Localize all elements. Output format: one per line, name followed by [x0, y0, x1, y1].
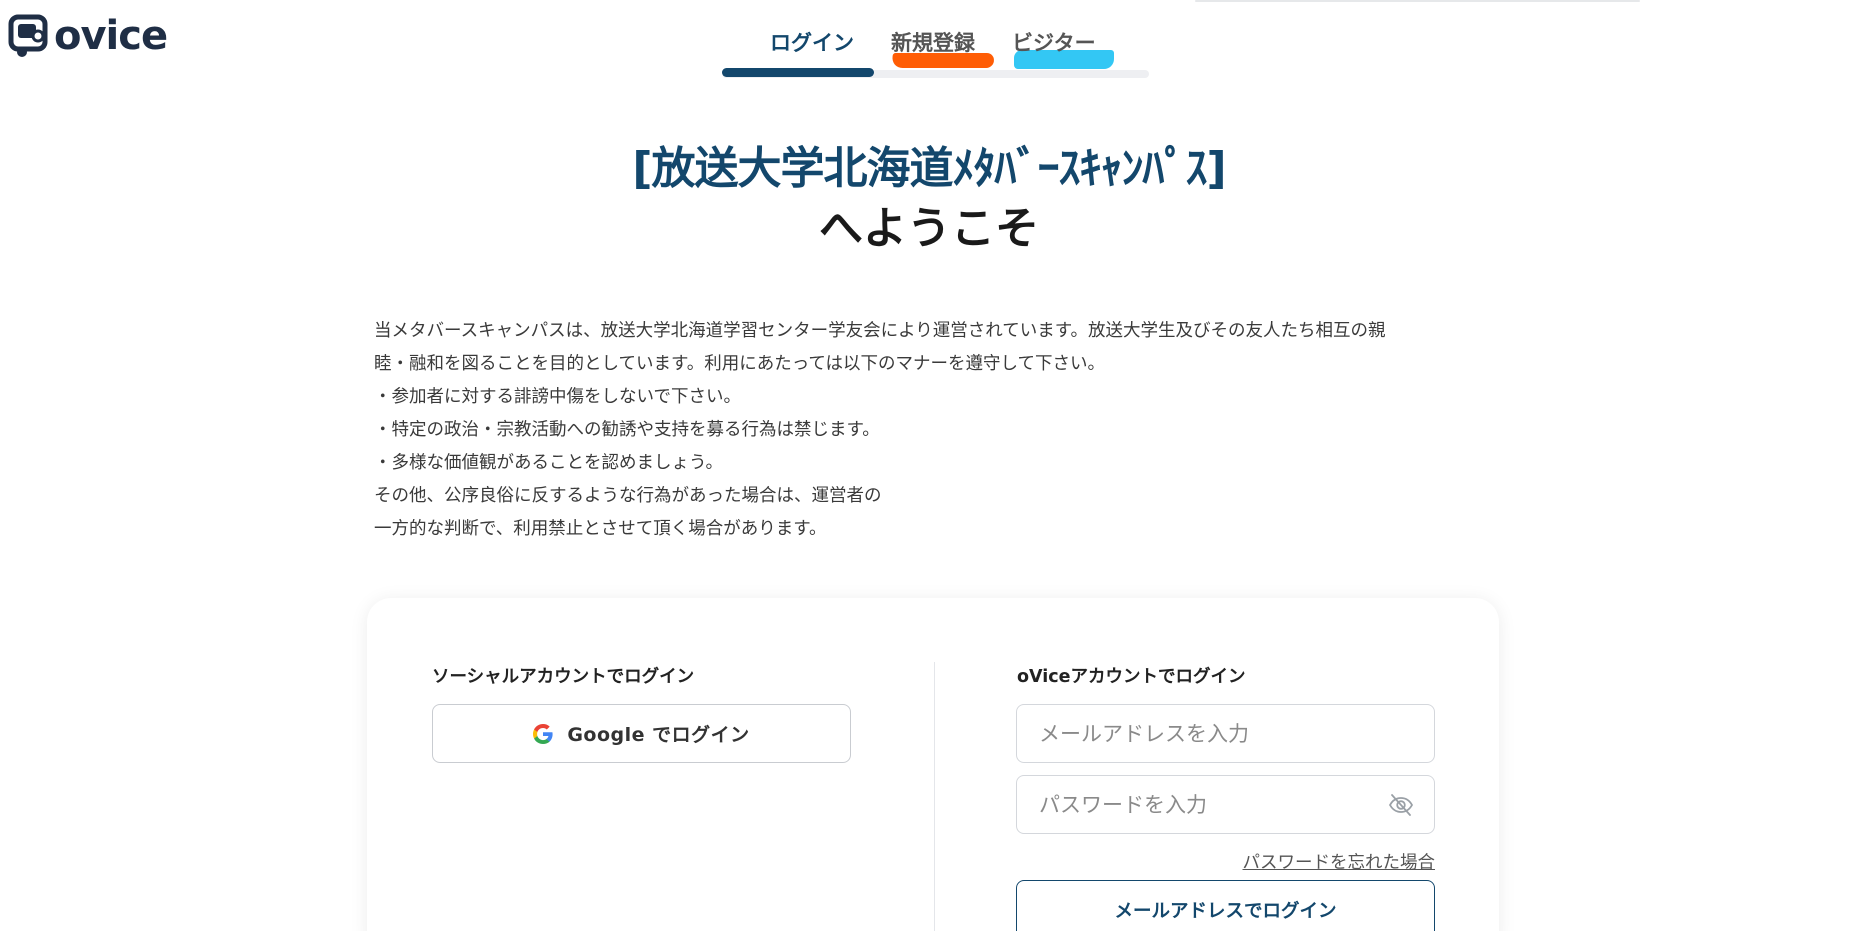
section-divider [934, 662, 935, 931]
login-page: ovice ログイン 新規登録 ビジター [放送大学北海道ﾒﾀﾊﾞｰｽｷｬﾝﾊﾟ… [0, 0, 1858, 931]
description-line: ・特定の政治・宗教活動への勧誘や支持を募る行為は禁じます。 [374, 420, 880, 440]
login-card: ソーシャルアカウントでログイン Google でログイン oViceアカウントで… [367, 598, 1499, 931]
description-line: ・多様な価値観があることを認めましょう。 [374, 453, 723, 473]
tab-visitor[interactable]: ビジター [1012, 27, 1096, 57]
email-login-button[interactable]: メールアドレスでログイン [1016, 880, 1435, 931]
description-line: 睦・融和を図ることを目的としています。利用にあたっては以下のマナーを遵守して下さ… [374, 354, 1105, 374]
description-line: ・参加者に対する誹謗中傷をしないで下さい。 [374, 387, 741, 407]
description-line: 一方的な判断で、利用禁止とさせて頂く場合があります。 [374, 519, 827, 539]
description-line: その他、公序良俗に反するような行為があった場合は、運営者の [374, 486, 882, 506]
top-decorative-line [1195, 0, 1640, 2]
password-field [1016, 775, 1435, 834]
space-description: 当メタバースキャンパスは、放送大学北海道学習センター学友会により運営されています… [374, 315, 1494, 546]
welcome-heading: [放送大学北海道ﾒﾀﾊﾞｰｽｷｬﾝﾊﾟｽ] へようこそ [0, 140, 1858, 258]
forgot-password-link[interactable]: パスワードを忘れた場合 [1225, 849, 1436, 874]
password-input[interactable] [1017, 776, 1434, 833]
google-login-label: Google でログイン [567, 724, 750, 746]
social-login-title: ソーシャルアカウントでログイン [432, 667, 695, 687]
description-line: 当メタバースキャンパスは、放送大学北海道学習センター学友会により運営されています… [374, 321, 1386, 341]
ovice-logo[interactable]: ovice [8, 13, 168, 59]
tab-login[interactable]: ログイン [770, 27, 854, 57]
email-input[interactable] [1017, 705, 1434, 762]
ovice-login-title: oViceアカウントでログイン [1017, 667, 1246, 687]
tab-register[interactable]: 新規登録 [891, 27, 975, 57]
ovice-logo-icon [8, 14, 48, 57]
auth-tabs: ログイン 新規登録 ビジター [722, 22, 1149, 78]
email-field [1016, 704, 1435, 763]
google-login-button[interactable]: Google でログイン [432, 704, 851, 763]
eye-off-icon[interactable] [1388, 793, 1414, 817]
welcome-subtitle: へようこそ [819, 203, 1039, 254]
space-name-title: [放送大学北海道ﾒﾀﾊﾞｰｽｷｬﾝﾊﾟｽ] [632, 143, 1226, 194]
active-tab-indicator [722, 68, 874, 77]
ovice-logo-text: ovice [54, 13, 168, 59]
google-icon [533, 723, 553, 744]
